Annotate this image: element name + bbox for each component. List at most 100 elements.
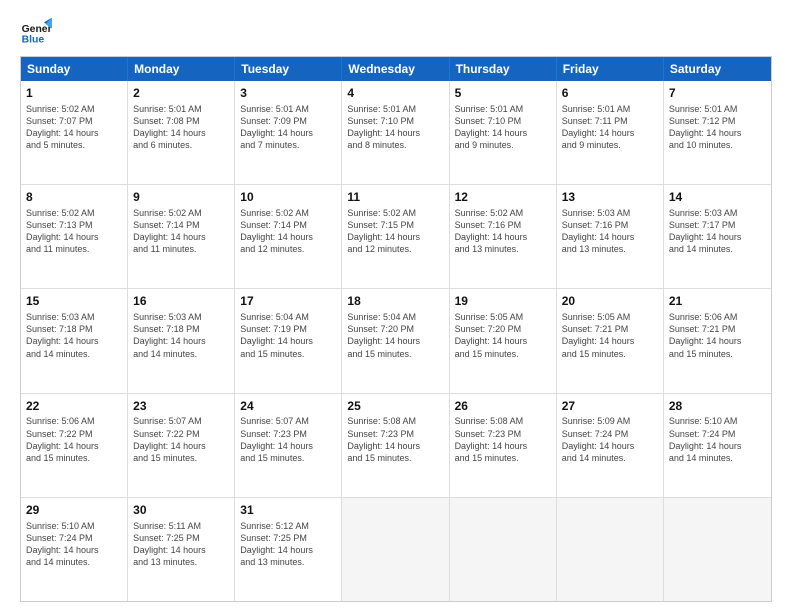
day-number: 3 [240,85,336,102]
day-number: 9 [133,189,229,206]
cell-info: Sunrise: 5:02 AMSunset: 7:07 PMDaylight:… [26,103,122,152]
header-day-thursday: Thursday [450,57,557,81]
cell-info: Sunrise: 5:03 AMSunset: 7:18 PMDaylight:… [133,311,229,360]
cell-info: Sunrise: 5:03 AMSunset: 7:17 PMDaylight:… [669,207,766,256]
calendar-cell: 17Sunrise: 5:04 AMSunset: 7:19 PMDayligh… [235,289,342,392]
header: General Blue [20,16,772,48]
day-number: 11 [347,189,443,206]
day-number: 12 [455,189,551,206]
calendar-cell: 23Sunrise: 5:07 AMSunset: 7:22 PMDayligh… [128,394,235,497]
day-number: 21 [669,293,766,310]
cell-info: Sunrise: 5:06 AMSunset: 7:21 PMDaylight:… [669,311,766,360]
day-number: 30 [133,502,229,519]
day-number: 28 [669,398,766,415]
day-number: 1 [26,85,122,102]
header-day-saturday: Saturday [664,57,771,81]
day-number: 17 [240,293,336,310]
calendar-cell: 1Sunrise: 5:02 AMSunset: 7:07 PMDaylight… [21,81,128,184]
cell-info: Sunrise: 5:08 AMSunset: 7:23 PMDaylight:… [347,415,443,464]
cell-info: Sunrise: 5:02 AMSunset: 7:14 PMDaylight:… [240,207,336,256]
calendar-cell: 25Sunrise: 5:08 AMSunset: 7:23 PMDayligh… [342,394,449,497]
day-number: 2 [133,85,229,102]
calendar-cell: 10Sunrise: 5:02 AMSunset: 7:14 PMDayligh… [235,185,342,288]
cell-info: Sunrise: 5:01 AMSunset: 7:12 PMDaylight:… [669,103,766,152]
day-number: 16 [133,293,229,310]
calendar-row: 8Sunrise: 5:02 AMSunset: 7:13 PMDaylight… [21,185,771,289]
calendar-cell: 2Sunrise: 5:01 AMSunset: 7:08 PMDaylight… [128,81,235,184]
header-day-monday: Monday [128,57,235,81]
logo-icon: General Blue [20,16,52,48]
cell-info: Sunrise: 5:04 AMSunset: 7:19 PMDaylight:… [240,311,336,360]
cell-info: Sunrise: 5:02 AMSunset: 7:14 PMDaylight:… [133,207,229,256]
calendar-cell: 14Sunrise: 5:03 AMSunset: 7:17 PMDayligh… [664,185,771,288]
calendar-cell: 16Sunrise: 5:03 AMSunset: 7:18 PMDayligh… [128,289,235,392]
cell-info: Sunrise: 5:06 AMSunset: 7:22 PMDaylight:… [26,415,122,464]
calendar-cell: 26Sunrise: 5:08 AMSunset: 7:23 PMDayligh… [450,394,557,497]
cell-info: Sunrise: 5:03 AMSunset: 7:16 PMDaylight:… [562,207,658,256]
cell-info: Sunrise: 5:10 AMSunset: 7:24 PMDaylight:… [26,520,122,569]
day-number: 6 [562,85,658,102]
day-number: 29 [26,502,122,519]
calendar-cell: 22Sunrise: 5:06 AMSunset: 7:22 PMDayligh… [21,394,128,497]
calendar-cell: 20Sunrise: 5:05 AMSunset: 7:21 PMDayligh… [557,289,664,392]
cell-info: Sunrise: 5:01 AMSunset: 7:09 PMDaylight:… [240,103,336,152]
calendar-cell: 5Sunrise: 5:01 AMSunset: 7:10 PMDaylight… [450,81,557,184]
header-day-sunday: Sunday [21,57,128,81]
calendar-cell: 3Sunrise: 5:01 AMSunset: 7:09 PMDaylight… [235,81,342,184]
calendar-cell: 19Sunrise: 5:05 AMSunset: 7:20 PMDayligh… [450,289,557,392]
calendar-cell: 7Sunrise: 5:01 AMSunset: 7:12 PMDaylight… [664,81,771,184]
cell-info: Sunrise: 5:05 AMSunset: 7:21 PMDaylight:… [562,311,658,360]
calendar-cell: 30Sunrise: 5:11 AMSunset: 7:25 PMDayligh… [128,498,235,601]
calendar-cell: 27Sunrise: 5:09 AMSunset: 7:24 PMDayligh… [557,394,664,497]
calendar-cell: 13Sunrise: 5:03 AMSunset: 7:16 PMDayligh… [557,185,664,288]
day-number: 18 [347,293,443,310]
calendar-cell [342,498,449,601]
logo: General Blue [20,16,52,48]
svg-text:Blue: Blue [22,34,45,45]
calendar-cell: 28Sunrise: 5:10 AMSunset: 7:24 PMDayligh… [664,394,771,497]
day-number: 22 [26,398,122,415]
header-day-wednesday: Wednesday [342,57,449,81]
day-number: 20 [562,293,658,310]
day-number: 31 [240,502,336,519]
calendar-cell: 11Sunrise: 5:02 AMSunset: 7:15 PMDayligh… [342,185,449,288]
calendar: SundayMondayTuesdayWednesdayThursdayFrid… [20,56,772,602]
day-number: 8 [26,189,122,206]
day-number: 23 [133,398,229,415]
cell-info: Sunrise: 5:02 AMSunset: 7:13 PMDaylight:… [26,207,122,256]
cell-info: Sunrise: 5:05 AMSunset: 7:20 PMDaylight:… [455,311,551,360]
day-number: 27 [562,398,658,415]
calendar-cell: 6Sunrise: 5:01 AMSunset: 7:11 PMDaylight… [557,81,664,184]
calendar-cell [450,498,557,601]
day-number: 25 [347,398,443,415]
calendar-row: 1Sunrise: 5:02 AMSunset: 7:07 PMDaylight… [21,81,771,185]
cell-info: Sunrise: 5:02 AMSunset: 7:16 PMDaylight:… [455,207,551,256]
cell-info: Sunrise: 5:04 AMSunset: 7:20 PMDaylight:… [347,311,443,360]
cell-info: Sunrise: 5:11 AMSunset: 7:25 PMDaylight:… [133,520,229,569]
calendar-row: 15 Sunrise: 5:03 AMSunset: 7:18 PMDayligh… [21,289,771,393]
cell-info: Sunrise: 5:10 AMSunset: 7:24 PMDaylight:… [669,415,766,464]
header-day-tuesday: Tuesday [235,57,342,81]
calendar-cell [557,498,664,601]
calendar-cell: 9Sunrise: 5:02 AMSunset: 7:14 PMDaylight… [128,185,235,288]
calendar-cell: 21Sunrise: 5:06 AMSunset: 7:21 PMDayligh… [664,289,771,392]
header-day-friday: Friday [557,57,664,81]
page: General Blue SundayMondayTuesdayWednesda… [0,0,792,612]
cell-info: Sunrise: 5:01 AMSunset: 7:10 PMDaylight:… [347,103,443,152]
calendar-cell [664,498,771,601]
calendar-header: SundayMondayTuesdayWednesdayThursdayFrid… [21,57,771,81]
calendar-cell: 18Sunrise: 5:04 AMSunset: 7:20 PMDayligh… [342,289,449,392]
calendar-cell: 31Sunrise: 5:12 AMSunset: 7:25 PMDayligh… [235,498,342,601]
day-number: 14 [669,189,766,206]
cell-info: Sunrise: 5:12 AMSunset: 7:25 PMDaylight:… [240,520,336,569]
calendar-row: 29Sunrise: 5:10 AMSunset: 7:24 PMDayligh… [21,498,771,601]
day-number: 4 [347,85,443,102]
cell-info: Sunrise: 5:02 AMSunset: 7:15 PMDaylight:… [347,207,443,256]
calendar-cell: 24Sunrise: 5:07 AMSunset: 7:23 PMDayligh… [235,394,342,497]
day-number: 15 [26,293,122,310]
cell-info: Sunrise: 5:01 AMSunset: 7:08 PMDaylight:… [133,103,229,152]
day-number: 7 [669,85,766,102]
day-number: 10 [240,189,336,206]
cell-info: Sunrise: 5:07 AMSunset: 7:22 PMDaylight:… [133,415,229,464]
day-number: 19 [455,293,551,310]
